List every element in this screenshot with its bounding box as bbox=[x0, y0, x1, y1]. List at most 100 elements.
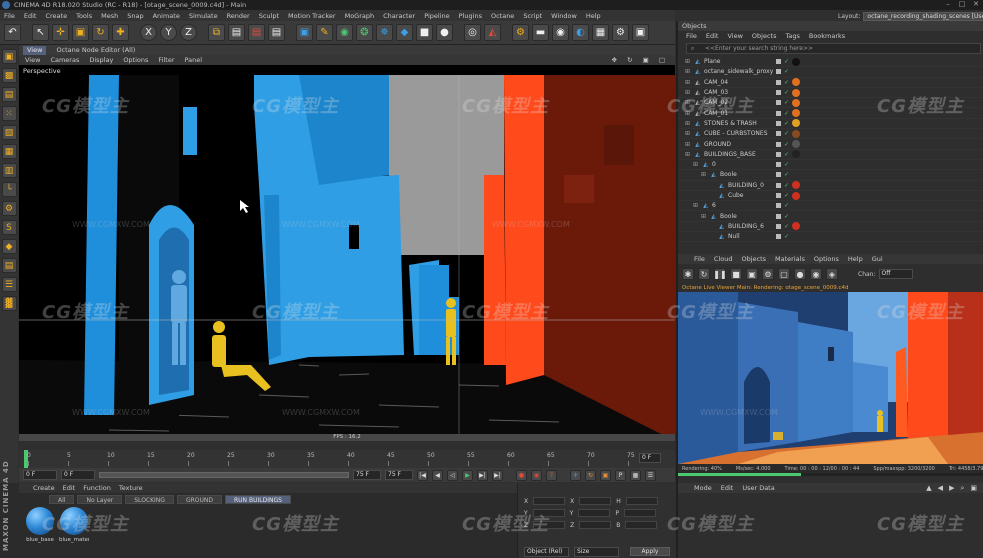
visibility-editor-dot[interactable] bbox=[776, 141, 781, 147]
material-tag-icon[interactable] bbox=[792, 181, 801, 190]
coord-system-icon[interactable]: ⧉ bbox=[208, 24, 225, 41]
visibility-editor-dot[interactable] bbox=[776, 90, 781, 96]
material-tab-all[interactable]: All bbox=[49, 495, 75, 504]
visibility-editor-dot[interactable] bbox=[776, 203, 781, 209]
coord-mode-dropdown[interactable]: Object (Rel) bbox=[524, 547, 569, 557]
material-tag-icon[interactable] bbox=[792, 98, 801, 107]
visibility-editor-dot[interactable] bbox=[776, 131, 781, 137]
attribute-menu-user-data[interactable]: User Data bbox=[742, 484, 774, 492]
expand-icon[interactable]: ⊞ bbox=[684, 130, 691, 137]
texture-icon[interactable]: ▩ bbox=[1, 68, 17, 83]
enabled-check-icon[interactable]: ✓ bbox=[784, 213, 789, 220]
record-icon[interactable]: ● bbox=[516, 469, 527, 481]
material-menu-function[interactable]: Function bbox=[83, 484, 111, 492]
viewport-menu-display[interactable]: Display bbox=[89, 56, 113, 64]
search-attr-icon[interactable]: ⌕ bbox=[960, 484, 964, 493]
end-frame-field[interactable]: 75 F bbox=[353, 470, 381, 480]
menu-plugins[interactable]: Plugins bbox=[459, 12, 482, 20]
enabled-check-icon[interactable]: ✓ bbox=[784, 99, 789, 106]
render-menu-file[interactable]: File bbox=[694, 255, 705, 263]
coord-value-field[interactable] bbox=[623, 509, 656, 517]
minimize-button[interactable]: – bbox=[941, 0, 955, 8]
expand-icon[interactable]: ⊞ bbox=[684, 120, 691, 127]
light-icon[interactable]: ● bbox=[436, 24, 453, 41]
object-search-input[interactable]: ⌕ <<Enter your search string here>> bbox=[686, 43, 981, 54]
snap-icon[interactable]: ◎ bbox=[464, 24, 481, 41]
start-frame-field[interactable]: 0 F bbox=[23, 470, 57, 480]
maximize-button[interactable]: □ bbox=[955, 0, 969, 8]
expand-icon[interactable]: ⊞ bbox=[684, 99, 691, 106]
material-tag-icon[interactable] bbox=[792, 88, 801, 97]
menu-edit[interactable]: Edit bbox=[24, 12, 37, 20]
menu-octane[interactable]: Octane bbox=[491, 12, 514, 20]
material-tag-icon[interactable] bbox=[792, 150, 801, 159]
enabled-check-icon[interactable]: ✓ bbox=[784, 130, 789, 137]
key-pla-icon[interactable]: ▦ bbox=[630, 469, 641, 481]
tweak-icon[interactable]: ⚙ bbox=[1, 201, 17, 216]
enabled-check-icon[interactable]: ✓ bbox=[784, 79, 789, 86]
snapping-icon[interactable]: S bbox=[1, 220, 17, 235]
material-tag-icon[interactable] bbox=[792, 191, 801, 200]
timeline-end-field[interactable]: 0 F bbox=[639, 453, 661, 463]
expand-icon[interactable]: ⊞ bbox=[684, 151, 691, 158]
object-row[interactable]: ◭ Cube ✓ bbox=[678, 191, 983, 202]
octane-sphere-icon[interactable]: ● bbox=[794, 268, 806, 280]
enabled-check-icon[interactable]: ✓ bbox=[784, 141, 789, 148]
visibility-editor-dot[interactable] bbox=[776, 100, 781, 106]
expand-icon[interactable] bbox=[708, 233, 715, 240]
tab-octane-node-editor[interactable]: Octane Node Editor (All) bbox=[56, 46, 135, 54]
material-tab-no-layer[interactable]: No Layer bbox=[77, 495, 123, 504]
material-tab-run-buildings[interactable]: RUN BUILDINGS bbox=[225, 495, 291, 504]
axis-y-icon[interactable]: Y bbox=[160, 24, 177, 41]
object-row[interactable]: ◭ Null ✓ bbox=[678, 232, 983, 243]
octane-send-scene-icon[interactable]: ✱ bbox=[682, 268, 694, 280]
enabled-check-icon[interactable]: ✓ bbox=[784, 58, 789, 65]
expand-icon[interactable]: ⊞ bbox=[684, 79, 691, 86]
menu-help[interactable]: Help bbox=[586, 12, 601, 20]
model-mode-icon[interactable]: ◭ bbox=[484, 24, 501, 41]
viewport-menu-view[interactable]: View bbox=[25, 56, 40, 64]
menu-character[interactable]: Character bbox=[383, 12, 415, 20]
timeline-settings-icon[interactable]: ☰ bbox=[645, 469, 656, 481]
enabled-check-icon[interactable]: ✓ bbox=[784, 89, 789, 96]
prev-key-icon[interactable]: ◀ bbox=[432, 469, 443, 481]
forward-icon[interactable]: ▶ bbox=[949, 484, 954, 493]
render-view-icon[interactable]: ▤ bbox=[248, 24, 265, 41]
coord-value-field[interactable] bbox=[533, 521, 566, 529]
menu-render[interactable]: Render bbox=[227, 12, 250, 20]
material-tag-icon[interactable] bbox=[792, 140, 801, 149]
scale-icon[interactable]: ▣ bbox=[72, 24, 89, 41]
octane-restart-icon[interactable]: ↻ bbox=[698, 268, 710, 280]
enabled-check-icon[interactable]: ✓ bbox=[784, 223, 789, 230]
viewport-nav-icons[interactable]: ✥ ↻ ▣ □ bbox=[612, 56, 675, 64]
play-icon[interactable]: ▶ bbox=[462, 469, 473, 481]
render-menu-options[interactable]: Options bbox=[814, 255, 839, 263]
keyframe-selection-icon[interactable]: ? bbox=[546, 469, 557, 481]
material-tag-icon[interactable] bbox=[792, 78, 801, 87]
menu-tools[interactable]: Tools bbox=[76, 12, 92, 20]
menu-create[interactable]: Create bbox=[45, 12, 67, 20]
key-scale-icon[interactable]: ▣ bbox=[600, 469, 611, 481]
enabled-check-icon[interactable]: ✓ bbox=[784, 151, 789, 158]
object-menu-edit[interactable]: Edit bbox=[706, 32, 719, 40]
enabled-check-icon[interactable]: ✓ bbox=[784, 171, 789, 178]
render-menu-objects[interactable]: Objects bbox=[741, 255, 766, 263]
clapper-icon[interactable]: ▤ bbox=[228, 24, 245, 41]
gear-icon[interactable]: ⚙ bbox=[612, 24, 629, 41]
add-object-icon[interactable]: ✚ bbox=[112, 24, 129, 41]
menu-mograph[interactable]: MoGraph bbox=[345, 12, 375, 20]
rotate-icon[interactable]: ↻ bbox=[92, 24, 109, 41]
viewport-menu-panel[interactable]: Panel bbox=[185, 56, 203, 64]
octane-toggle-icon[interactable]: ▬ bbox=[532, 24, 549, 41]
frame-range-slider[interactable] bbox=[99, 472, 349, 478]
key-position-icon[interactable]: ✛ bbox=[570, 469, 581, 481]
visibility-editor-dot[interactable] bbox=[776, 110, 781, 116]
enabled-check-icon[interactable]: ✓ bbox=[784, 110, 789, 117]
visibility-editor-dot[interactable] bbox=[776, 69, 781, 75]
enabled-check-icon[interactable]: ✓ bbox=[784, 161, 789, 168]
axis-x-icon[interactable]: X bbox=[140, 24, 157, 41]
render-menu-gui[interactable]: Gui bbox=[872, 255, 883, 263]
render-preview-image[interactable] bbox=[678, 292, 983, 464]
octane-focus-icon[interactable]: ◉ bbox=[810, 268, 822, 280]
object-row[interactable]: ⊞ ◭ octane_sidewalk_proxy ✓ bbox=[678, 67, 983, 78]
